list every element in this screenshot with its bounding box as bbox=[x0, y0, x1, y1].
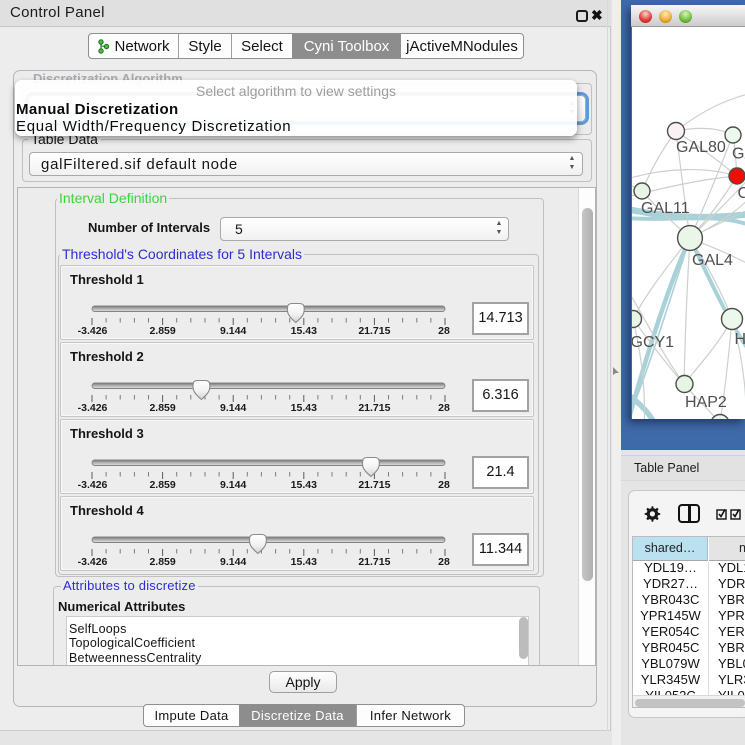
svg-text:2.859: 2.859 bbox=[149, 556, 175, 568]
svg-text:GCY1: GCY1 bbox=[632, 334, 674, 351]
svg-text:-3.426: -3.426 bbox=[78, 402, 108, 414]
svg-text:9.144: 9.144 bbox=[220, 556, 246, 568]
svg-text:21.715: 21.715 bbox=[358, 402, 390, 414]
svg-text:15.43: 15.43 bbox=[291, 479, 317, 491]
svg-text:-3.426: -3.426 bbox=[78, 479, 108, 491]
svg-text:GA: GA bbox=[732, 146, 745, 163]
svg-text:28: 28 bbox=[438, 402, 450, 414]
svg-text:2.859: 2.859 bbox=[149, 402, 175, 414]
svg-text:H: H bbox=[735, 331, 745, 348]
svg-text:GAL80: GAL80 bbox=[676, 139, 726, 156]
svg-text:-3.426: -3.426 bbox=[78, 325, 108, 337]
svg-text:9.144: 9.144 bbox=[220, 325, 246, 337]
svg-text:2.859: 2.859 bbox=[149, 325, 175, 337]
svg-text:15.43: 15.43 bbox=[291, 325, 317, 337]
svg-text:21.715: 21.715 bbox=[358, 325, 390, 337]
svg-text:GAL4: GAL4 bbox=[692, 252, 733, 269]
svg-text:21.715: 21.715 bbox=[358, 556, 390, 568]
svg-text:15.43: 15.43 bbox=[291, 556, 317, 568]
svg-text:28: 28 bbox=[438, 325, 450, 337]
svg-text:28: 28 bbox=[438, 479, 450, 491]
svg-text:HAP2: HAP2 bbox=[685, 394, 727, 411]
svg-text:9.144: 9.144 bbox=[220, 479, 246, 491]
svg-text:15.43: 15.43 bbox=[291, 402, 317, 414]
svg-text:GAL11: GAL11 bbox=[641, 200, 690, 217]
svg-text:-3.426: -3.426 bbox=[78, 556, 108, 568]
svg-text:C: C bbox=[738, 185, 745, 202]
svg-text:21.715: 21.715 bbox=[358, 479, 390, 491]
svg-text:28: 28 bbox=[438, 556, 450, 568]
svg-text:2.859: 2.859 bbox=[149, 479, 175, 491]
svg-text:9.144: 9.144 bbox=[220, 402, 246, 414]
